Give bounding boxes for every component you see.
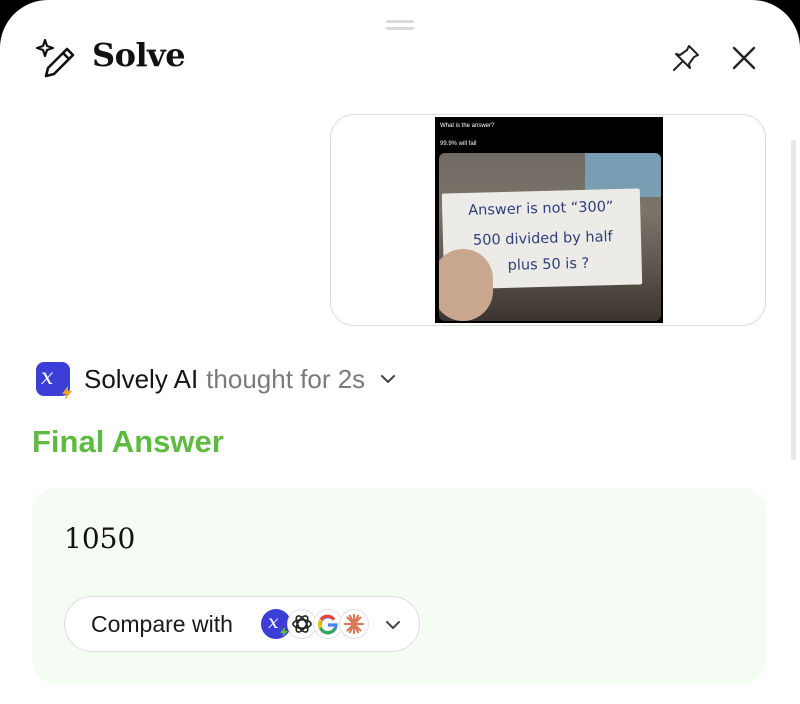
solve-panel: Solve What is the answer? 99.9% will fai… bbox=[0, 0, 800, 704]
attached-image: What is the answer? 99.9% will fail Answ… bbox=[435, 117, 663, 323]
note-line-1: Answer is not “300” bbox=[468, 199, 614, 219]
pin-icon[interactable] bbox=[670, 42, 702, 74]
answer-value: 1050 bbox=[64, 522, 136, 555]
image-caption-warning: 99.9% will fail bbox=[440, 141, 477, 147]
close-icon[interactable] bbox=[728, 42, 760, 74]
claude-icon bbox=[339, 609, 369, 639]
answer-card: 1050 Compare with x bbox=[32, 488, 766, 684]
drag-handle[interactable] bbox=[386, 20, 414, 32]
chevron-down-icon bbox=[386, 621, 400, 629]
note-line-2: 500 divided by half bbox=[472, 229, 613, 249]
image-caption-question: What is the answer? bbox=[440, 123, 495, 129]
thought-status: thought for 2s bbox=[206, 363, 366, 394]
solvely-logo-icon: x bbox=[36, 362, 72, 400]
assistant-name: Solvely AI bbox=[84, 363, 199, 394]
compare-label: Compare with bbox=[91, 611, 233, 637]
note-line-3: plus 50 is ? bbox=[507, 255, 590, 274]
scrollbar[interactable] bbox=[791, 140, 796, 460]
chevron-down-icon bbox=[381, 375, 396, 383]
attached-image-card[interactable]: What is the answer? 99.9% will fail Answ… bbox=[330, 114, 766, 326]
compare-with-button[interactable]: Compare with x bbox=[64, 596, 420, 652]
magic-pencil-icon bbox=[35, 38, 75, 78]
final-answer-heading: Final Answer bbox=[32, 424, 224, 459]
assistant-thought-toggle[interactable]: x Solvely AI thought for 2s bbox=[36, 362, 397, 400]
page-title: Solve bbox=[92, 36, 186, 74]
photo: Answer is not “300” 500 divided by half … bbox=[439, 153, 661, 321]
